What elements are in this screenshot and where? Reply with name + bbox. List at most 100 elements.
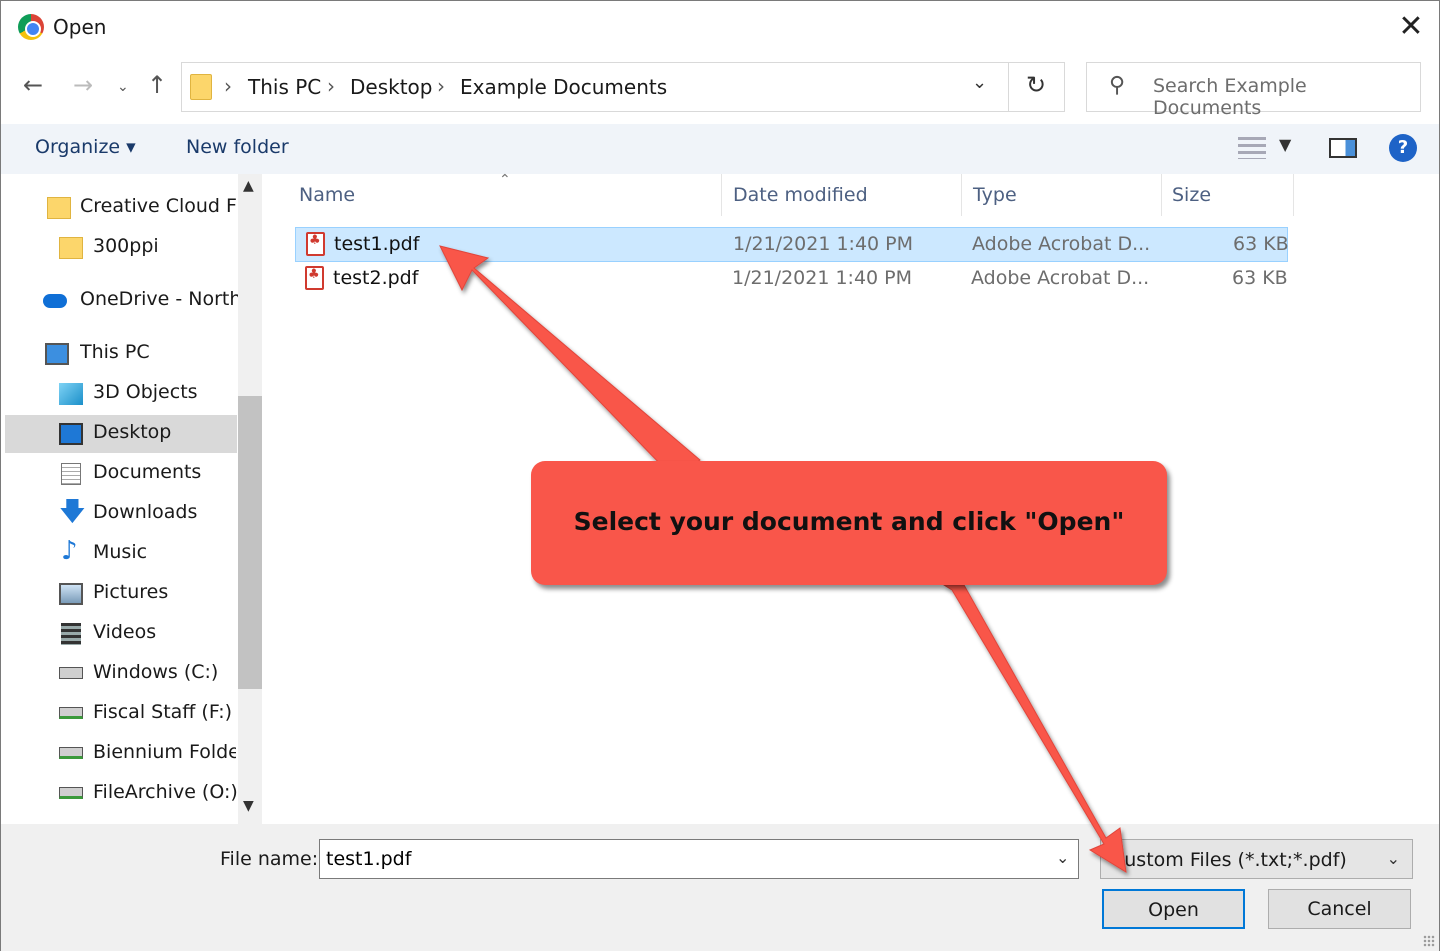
nav-item-filearchive[interactable]: FileArchive (O:) [5, 775, 238, 813]
breadcrumb-desktop[interactable]: Desktop [350, 75, 432, 99]
creative-cloud-folder-icon [47, 197, 71, 219]
nav-item-300ppi[interactable]: 300ppi [5, 229, 237, 267]
synced-folder-icon [59, 237, 83, 259]
network-drive-icon [59, 787, 83, 799]
network-drive-icon [59, 747, 83, 759]
chevron-right-icon: › [224, 74, 232, 98]
network-drive-icon [59, 707, 83, 719]
document-icon [61, 463, 81, 485]
divider [1008, 63, 1009, 111]
film-strip-icon [61, 623, 81, 645]
nav-item-this-pc[interactable]: This PC [5, 335, 237, 373]
chevron-down-icon[interactable]: ⌄ [1056, 848, 1069, 867]
nav-item-onedrive[interactable]: OneDrive - North [5, 282, 241, 320]
file-name: test2.pdf [333, 267, 419, 289]
chevron-right-icon: › [327, 74, 335, 98]
column-divider[interactable] [721, 174, 722, 216]
download-arrow-icon: 🡇 [59, 497, 86, 527]
file-name-label: File name: [220, 848, 319, 870]
cancel-button[interactable]: Cancel [1268, 889, 1411, 929]
command-bar: Organize ▾ New folder [1, 124, 1439, 174]
onedrive-cloud-icon [43, 294, 67, 308]
nav-item-fiscal-staff[interactable]: Fiscal Staff (F:) [5, 695, 237, 733]
caret-down-icon[interactable]: ▼ [1279, 135, 1291, 154]
column-header-date[interactable]: Date modified [733, 184, 868, 206]
file-type-select[interactable]: Custom Files (*.txt;*.pdf) ⌄ [1100, 839, 1413, 879]
column-header-type[interactable]: Type [973, 184, 1017, 206]
nav-label: Documents [93, 461, 202, 483]
help-icon[interactable]: ? [1389, 134, 1417, 162]
pdf-file-icon [305, 266, 324, 290]
music-note-icon: ♪ [61, 536, 78, 566]
title-bar: Open ✕ [1, 1, 1439, 55]
column-header-name[interactable]: Name [299, 184, 355, 206]
nav-item-desktop[interactable]: Desktop [5, 415, 237, 453]
file-size: 63 KB [1233, 233, 1289, 255]
address-bar[interactable]: › This PC › Desktop › Example Documents … [181, 62, 1065, 112]
chevron-up-icon[interactable]: ▲ [243, 178, 254, 194]
nav-item-3d-objects[interactable]: 3D Objects [5, 375, 237, 413]
nav-item-windows-c[interactable]: Windows (C:) [5, 655, 237, 693]
file-name-input[interactable] [319, 839, 1079, 879]
nav-label: OneDrive - North [80, 288, 242, 310]
close-button[interactable]: ✕ [1391, 9, 1431, 47]
back-arrow-icon[interactable]: ← [23, 71, 43, 99]
nav-item-music[interactable]: ♪ Music [5, 535, 237, 573]
column-divider[interactable] [1293, 174, 1294, 216]
chevron-down-icon[interactable]: ▼ [243, 798, 254, 814]
chevron-right-icon: › [437, 74, 445, 98]
callout-text: Select your document and click "Open" [573, 507, 1125, 536]
preview-pane-icon[interactable] [1329, 138, 1357, 158]
nav-scrollbar-thumb[interactable] [238, 396, 262, 689]
column-header-size[interactable]: Size [1172, 184, 1211, 206]
chevron-down-icon: ⌄ [1386, 849, 1400, 868]
search-box[interactable]: ⚲ Search Example Documents [1086, 62, 1421, 119]
nav-label: Downloads [93, 501, 198, 523]
forward-arrow-icon[interactable]: → [73, 71, 93, 99]
column-divider[interactable] [961, 174, 962, 216]
file-type-value: Custom Files (*.txt;*.pdf) [1111, 849, 1347, 871]
nav-label: Videos [93, 621, 157, 643]
chevron-down-icon[interactable]: ⌄ [972, 72, 987, 93]
refresh-icon[interactable]: ↻ [1026, 71, 1046, 99]
nav-label: Fiscal Staff (F:) [93, 701, 233, 723]
file-type: Adobe Acrobat D... [972, 233, 1151, 255]
file-name: test1.pdf [334, 233, 420, 255]
nav-label: Biennium Folder [93, 741, 236, 763]
breadcrumb-this-pc[interactable]: This PC [248, 75, 321, 99]
nav-label: 3D Objects [93, 381, 198, 403]
nav-label: Desktop [93, 421, 172, 443]
up-arrow-icon[interactable]: ↑ [147, 71, 167, 99]
nav-label: This PC [80, 341, 150, 363]
nav-label: Music [93, 541, 148, 563]
search-input[interactable]: Search Example Documents [1153, 75, 1420, 119]
desktop-icon [59, 423, 83, 445]
resize-grip-icon[interactable] [1423, 935, 1435, 947]
file-row-test1[interactable]: test1.pdf 1/21/2021 1:40 PM Adobe Acroba… [295, 227, 1289, 262]
picture-icon [59, 583, 83, 605]
file-date: 1/21/2021 1:40 PM [733, 233, 914, 255]
nav-item-creative-cloud[interactable]: Creative Cloud Fil [5, 189, 237, 227]
nav-label: FileArchive (O:) [93, 781, 238, 803]
column-divider[interactable] [1161, 174, 1162, 216]
nav-item-biennium-folder[interactable]: Biennium Folder [5, 735, 237, 773]
view-options-icon[interactable] [1238, 137, 1266, 159]
nav-label: Windows (C:) [93, 661, 219, 683]
open-button[interactable]: Open [1102, 889, 1245, 929]
organize-button[interactable]: Organize ▾ [35, 136, 136, 158]
pdf-file-icon [306, 232, 325, 256]
nav-item-documents[interactable]: Documents [5, 455, 237, 493]
new-folder-button[interactable]: New folder [186, 136, 289, 158]
breadcrumb-example-documents[interactable]: Example Documents [460, 75, 667, 99]
computer-icon [45, 343, 69, 365]
search-icon: ⚲ [1109, 73, 1126, 98]
folder-icon [190, 74, 212, 100]
cube-icon [59, 383, 83, 405]
file-row-test2[interactable]: test2.pdf 1/21/2021 1:40 PM Adobe Acroba… [295, 262, 1288, 297]
window-title: Open [53, 15, 107, 39]
nav-item-videos[interactable]: Videos [5, 615, 237, 653]
nav-item-downloads[interactable]: 🡇 Downloads [5, 495, 237, 533]
dialog-footer: File name: ⌄ Custom Files (*.txt;*.pdf) … [1, 824, 1439, 951]
recent-locations-chevron-icon[interactable]: ⌄ [117, 79, 129, 95]
nav-item-pictures[interactable]: Pictures [5, 575, 237, 613]
